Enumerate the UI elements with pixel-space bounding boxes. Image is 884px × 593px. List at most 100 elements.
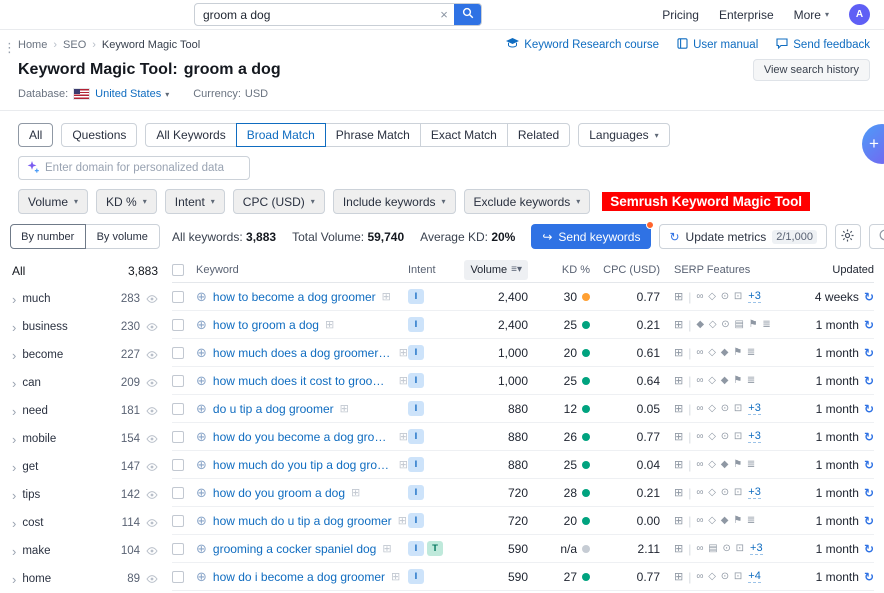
- add-keyword-icon[interactable]: ⊕: [196, 402, 207, 415]
- intent-filter[interactable]: Intent▾: [165, 189, 225, 214]
- column-serp-features[interactable]: SERP Features: [660, 264, 792, 276]
- column-volume[interactable]: Volume ≡▾: [454, 260, 528, 280]
- row-checkbox[interactable]: [172, 291, 184, 303]
- serp-snapshot-icon[interactable]: ⊞: [351, 486, 360, 499]
- column-intent[interactable]: Intent: [408, 264, 454, 276]
- table-row[interactable]: ⊕how do i become a dog groomer⊞ I 590 27…: [172, 563, 874, 591]
- sidebar-group-make[interactable]: › make 104: [10, 537, 160, 565]
- keyword-link[interactable]: how much do u tip a dog groomer: [213, 514, 392, 528]
- serp-preview-icon[interactable]: ⊞: [674, 458, 683, 471]
- sidebar-group-become[interactable]: › become 227: [10, 341, 160, 369]
- add-keyword-icon[interactable]: ⊕: [196, 430, 207, 443]
- languages-dropdown[interactable]: Languages ▾: [578, 123, 669, 147]
- row-checkbox[interactable]: [172, 347, 184, 359]
- add-keyword-icon[interactable]: ⊕: [196, 346, 207, 359]
- serp-preview-icon[interactable]: ⊞: [674, 374, 683, 387]
- refresh-icon[interactable]: ↻: [864, 430, 874, 444]
- sidebar-group-need[interactable]: › need 181: [10, 397, 160, 425]
- eye-icon[interactable]: [146, 573, 158, 585]
- drag-handle-dots-icon[interactable]: ⋮: [3, 40, 16, 56]
- table-row[interactable]: ⊕how to become a dog groomer⊞ I 2,400 30…: [172, 283, 874, 311]
- row-checkbox[interactable]: [172, 319, 184, 331]
- serp-preview-icon[interactable]: ⊞: [674, 514, 683, 527]
- keyword-link[interactable]: how do you become a dog groomer: [213, 430, 393, 444]
- row-checkbox[interactable]: [172, 459, 184, 471]
- nav-enterprise[interactable]: Enterprise: [719, 8, 774, 22]
- serp-more-link[interactable]: +3: [748, 486, 761, 499]
- eye-icon[interactable]: [146, 489, 158, 501]
- add-keyword-icon[interactable]: ⊕: [196, 458, 207, 471]
- clear-search-icon[interactable]: ×: [434, 7, 454, 22]
- eye-icon[interactable]: [146, 293, 158, 305]
- keyword-research-course-link[interactable]: Keyword Research course: [506, 38, 659, 52]
- nav-more[interactable]: More ▾: [794, 8, 829, 22]
- chevron-right-icon[interactable]: ›: [12, 461, 16, 474]
- sidebar-group-much[interactable]: › much 283: [10, 285, 160, 313]
- add-keyword-icon[interactable]: ⊕: [196, 542, 207, 555]
- exclude-keywords-filter[interactable]: Exclude keywords▾: [464, 189, 591, 214]
- table-row[interactable]: ⊕how much does it cost to groom a dog⊞ I…: [172, 367, 874, 395]
- tab-all[interactable]: All: [18, 123, 53, 147]
- serp-snapshot-icon[interactable]: ⊞: [391, 570, 400, 583]
- column-keyword[interactable]: Keyword: [196, 264, 408, 276]
- refresh-icon[interactable]: ↻: [864, 290, 874, 304]
- chevron-right-icon[interactable]: ›: [12, 405, 16, 418]
- serp-preview-icon[interactable]: ⊞: [674, 402, 683, 415]
- table-row[interactable]: ⊕grooming a cocker spaniel dog⊞ IT 590 n…: [172, 535, 874, 563]
- serp-snapshot-icon[interactable]: ⊞: [399, 458, 408, 471]
- send-keywords-button[interactable]: ↪ Send keywords: [531, 224, 651, 249]
- table-row[interactable]: ⊕how do you groom a dog⊞ I 720 28 0.21 ⊞…: [172, 479, 874, 507]
- sidebar-group-home[interactable]: › home 89: [10, 565, 160, 593]
- tab-broad-match[interactable]: Broad Match: [236, 123, 326, 147]
- serp-preview-icon[interactable]: ⊞: [674, 318, 683, 331]
- update-metrics-button[interactable]: ↻ Update metrics 2/1,000: [659, 224, 826, 249]
- column-cpc[interactable]: CPC (USD): [590, 264, 660, 276]
- chevron-right-icon[interactable]: ›: [12, 321, 16, 334]
- refresh-icon[interactable]: ↻: [864, 570, 874, 584]
- chevron-right-icon[interactable]: ›: [12, 489, 16, 502]
- serp-snapshot-icon[interactable]: ⊞: [399, 430, 408, 443]
- chevron-right-icon[interactable]: ›: [12, 433, 16, 446]
- row-checkbox[interactable]: [172, 403, 184, 415]
- tab-all-keywords[interactable]: All Keywords: [145, 123, 236, 147]
- chevron-right-icon[interactable]: ›: [12, 517, 16, 530]
- table-row[interactable]: ⊕how to groom a dog⊞ I 2,400 25 0.21 ⊞|◆…: [172, 311, 874, 339]
- chevron-right-icon[interactable]: ›: [12, 545, 16, 558]
- add-keyword-icon[interactable]: ⊕: [196, 486, 207, 499]
- serp-more-link[interactable]: +4: [748, 570, 761, 583]
- domain-input[interactable]: Enter domain for personalized data: [18, 156, 250, 180]
- table-row[interactable]: ⊕how much do you tip a dog groomer⊞ I 88…: [172, 451, 874, 479]
- volume-filter[interactable]: Volume▾: [18, 189, 88, 214]
- serp-snapshot-icon[interactable]: ⊞: [325, 318, 334, 331]
- keyword-link[interactable]: how do i become a dog groomer: [213, 570, 385, 584]
- add-keyword-icon[interactable]: ⊕: [196, 570, 207, 583]
- avatar[interactable]: A: [849, 4, 870, 25]
- eye-icon[interactable]: [146, 405, 158, 417]
- column-kd[interactable]: KD %: [528, 264, 590, 276]
- keyword-link[interactable]: do u tip a dog groomer: [213, 402, 334, 416]
- row-checkbox[interactable]: [172, 375, 184, 387]
- add-keyword-icon[interactable]: ⊕: [196, 514, 207, 527]
- row-checkbox[interactable]: [172, 571, 184, 583]
- serp-snapshot-icon[interactable]: ⊞: [382, 542, 391, 555]
- add-keyword-icon[interactable]: ⊕: [196, 374, 207, 387]
- refresh-icon[interactable]: ↻: [864, 542, 874, 556]
- table-row[interactable]: ⊕do u tip a dog groomer⊞ I 880 12 0.05 ⊞…: [172, 395, 874, 423]
- breadcrumb-seo[interactable]: SEO: [63, 39, 86, 51]
- cpc-filter[interactable]: CPC (USD)▾: [233, 189, 325, 214]
- refresh-icon[interactable]: ↻: [864, 514, 874, 528]
- eye-icon[interactable]: [146, 461, 158, 473]
- chevron-right-icon[interactable]: ›: [12, 293, 16, 306]
- sidebar-group-can[interactable]: › can 209: [10, 369, 160, 397]
- serp-snapshot-icon[interactable]: ⊞: [399, 346, 408, 359]
- serp-snapshot-icon[interactable]: ⊞: [399, 374, 408, 387]
- sidebar-group-tips[interactable]: › tips 142: [10, 481, 160, 509]
- serp-preview-icon[interactable]: ⊞: [674, 542, 683, 555]
- keyword-link[interactable]: how much does it cost to groom a dog: [213, 374, 393, 388]
- eye-icon[interactable]: [146, 545, 158, 557]
- keyword-link[interactable]: how to groom a dog: [213, 318, 319, 332]
- keyword-link[interactable]: how much does a dog groomer earn: [213, 346, 393, 360]
- eye-icon[interactable]: [146, 349, 158, 361]
- toggle-by-number[interactable]: By number: [10, 224, 86, 249]
- row-checkbox[interactable]: [172, 543, 184, 555]
